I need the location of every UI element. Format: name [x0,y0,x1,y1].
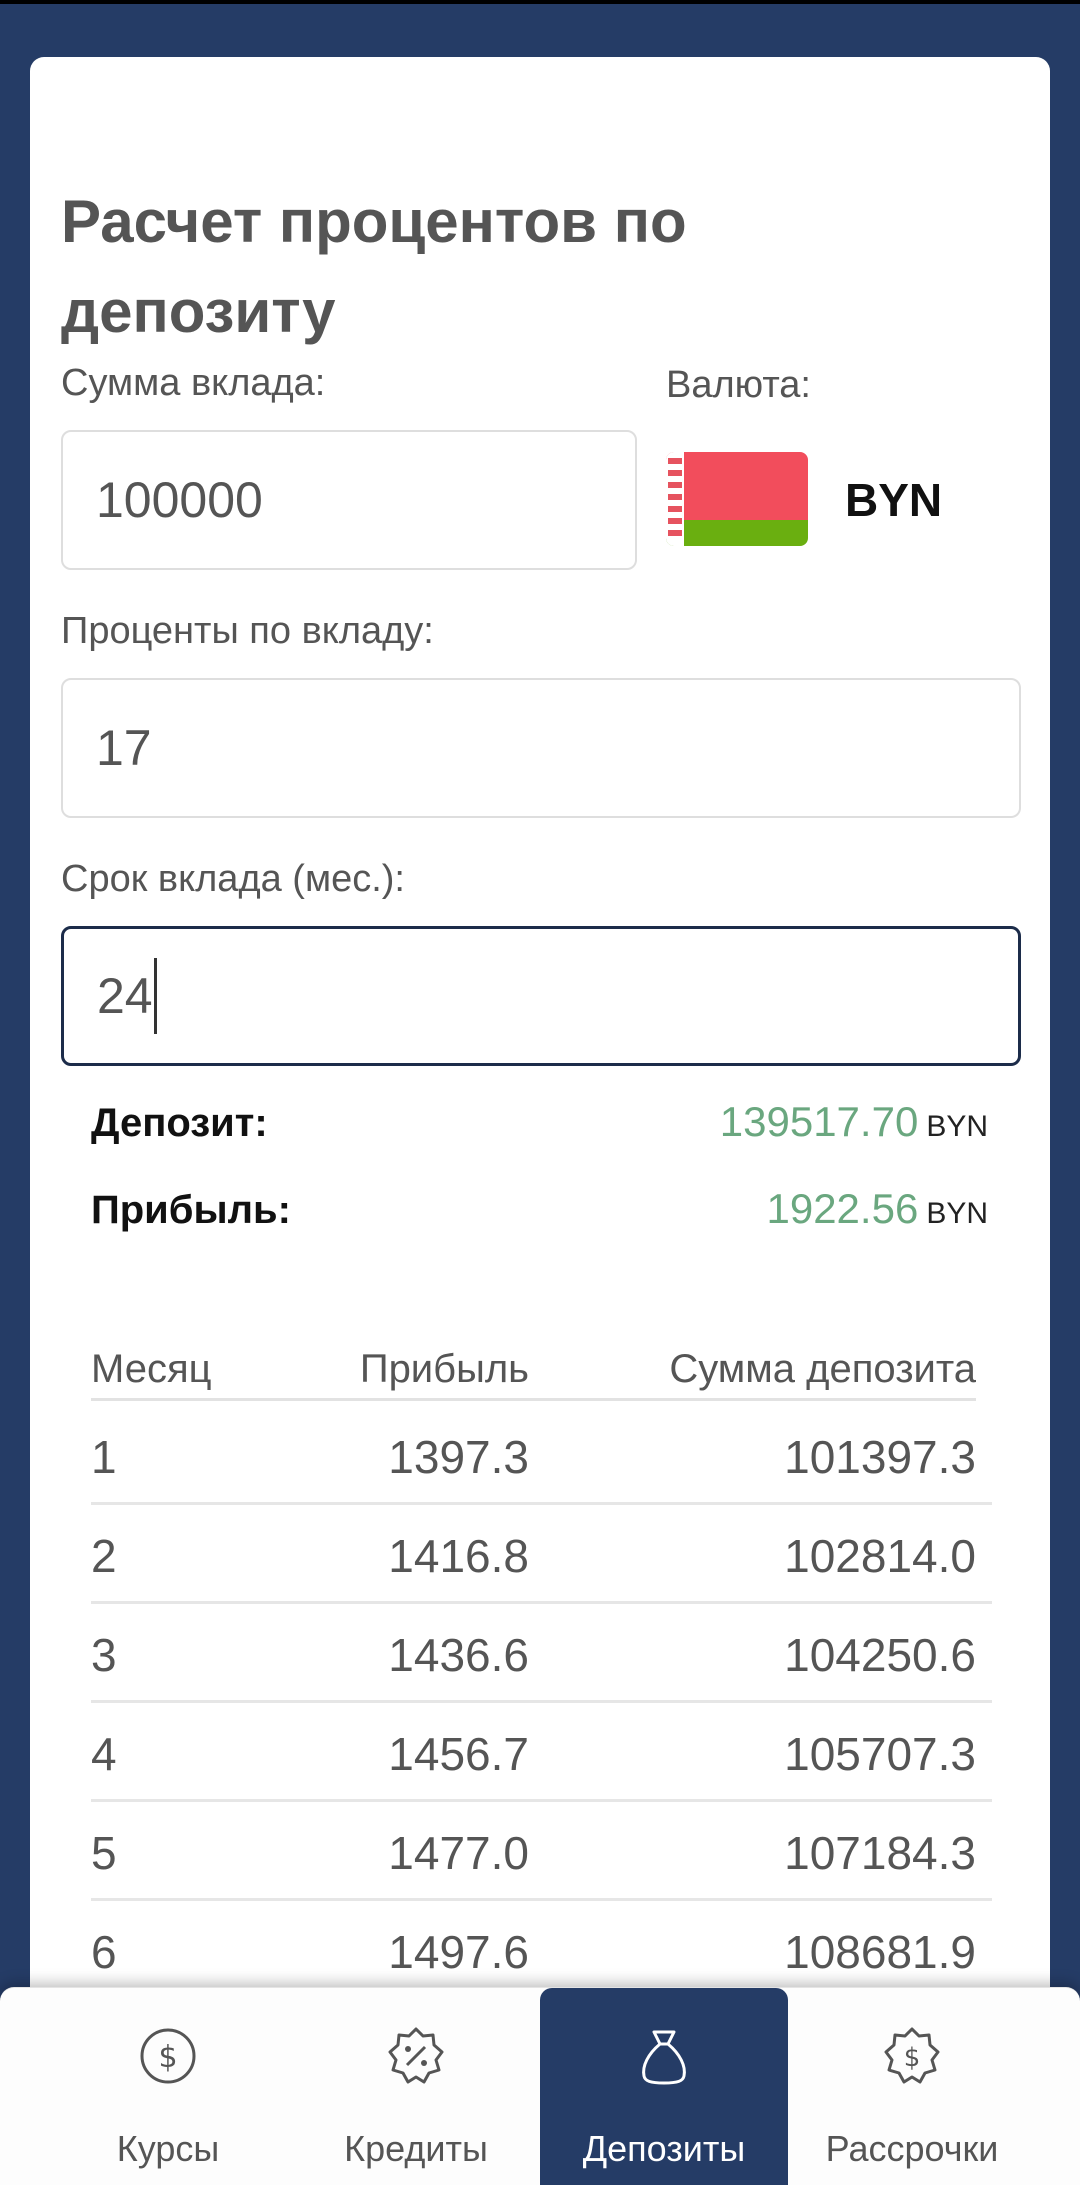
table-row: 2 1416.8 102814.0 [91,1505,992,1604]
svg-text:$: $ [158,2040,177,2075]
table-row: 4 1456.7 105707.3 [91,1703,992,1802]
cell-deposit-sum: 102814.0 [784,1530,976,1582]
cell-profit: 1416.8 [388,1530,529,1582]
tab-credits-label: Кредиты [344,2128,488,2169]
table-row: 6 1497.6 108681.9 [91,1901,992,2000]
percent-badge-icon [388,2027,444,2084]
column-deposit-sum: Сумма депозита [669,1347,976,1391]
rate-input-value: 17 [96,720,152,776]
text-caret [153,958,157,1034]
cell-deposit-sum: 105707.3 [784,1728,976,1780]
term-label: Срок вклада (мес.): [61,858,405,900]
cell-month: 4 [91,1728,117,1780]
status-bar-edge [0,0,1080,4]
cell-profit: 1477.0 [388,1827,529,1879]
rate-input[interactable]: 17 [61,678,1021,818]
currency-label: Валюта: [666,364,811,406]
money-bag-icon [642,2030,686,2085]
page-title: Расчет процентов по депозиту [61,188,687,345]
bottom-navigation: $ Курсы Кредиты Депозиты $ Рассрочки [0,1987,1080,2185]
table-header: Месяц Прибыль Сумма депозита [91,1347,976,1401]
deposit-value: 139517.70 BYN [720,1098,988,1146]
profit-amount: 1922.56 [766,1185,919,1232]
cell-profit: 1397.3 [388,1431,529,1483]
profit-label: Прибыль: [91,1188,291,1232]
deposit-label: Депозит: [91,1101,268,1145]
cell-deposit-sum: 107184.3 [784,1827,976,1879]
dollar-badge-icon: $ [884,2027,940,2084]
term-input[interactable]: 24 [61,926,1021,1066]
tab-credits[interactable]: Кредиты [292,1988,540,2185]
cell-month: 3 [91,1629,117,1681]
table-row: 5 1477.0 107184.3 [91,1802,992,1901]
tab-deposits[interactable]: Депозиты [540,1988,788,2185]
term-input-value: 24 [97,968,153,1024]
profit-currency: BYN [926,1197,988,1230]
deposit-currency: BYN [926,1110,988,1143]
profit-value: 1922.56 BYN [766,1185,988,1233]
calculator-card: Расчет процентов по депозиту Сумма вклад… [30,57,1050,2185]
dollar-circle-icon: $ [140,2028,196,2084]
amount-input-value: 100000 [96,472,263,528]
amount-input[interactable]: 100000 [61,430,637,570]
table-row: 1 1397.3 101397.3 [91,1406,992,1505]
cell-deposit-sum: 108681.9 [784,1926,976,1978]
tab-installments[interactable]: $ Рассрочки [788,1988,1036,2185]
deposit-amount: 139517.70 [719,1098,919,1145]
cell-month: 6 [91,1926,117,1978]
cell-month: 2 [91,1530,117,1582]
column-month: Месяц [91,1347,212,1391]
amount-label: Сумма вклада: [61,362,326,404]
tab-rates[interactable]: $ Курсы [44,1988,292,2185]
currency-code[interactable]: BYN [845,473,942,527]
cell-profit: 1456.7 [388,1728,529,1780]
cell-month: 1 [91,1431,117,1483]
tab-deposits-label: Депозиты [582,2128,746,2169]
tab-installments-label: Рассрочки [825,2128,999,2169]
rate-label: Проценты по вкладу: [61,610,434,652]
column-profit: Прибыль [359,1347,529,1391]
cell-profit: 1436.6 [388,1629,529,1681]
belarus-flag-icon[interactable] [666,452,808,546]
cell-deposit-sum: 104250.6 [784,1629,976,1681]
svg-text:$: $ [904,2043,921,2073]
tab-rates-label: Курсы [116,2128,220,2169]
cell-month: 5 [91,1827,117,1879]
table-row: 3 1436.6 104250.6 [91,1604,992,1703]
cell-profit: 1497.6 [388,1926,529,1978]
cell-deposit-sum: 101397.3 [784,1431,976,1483]
